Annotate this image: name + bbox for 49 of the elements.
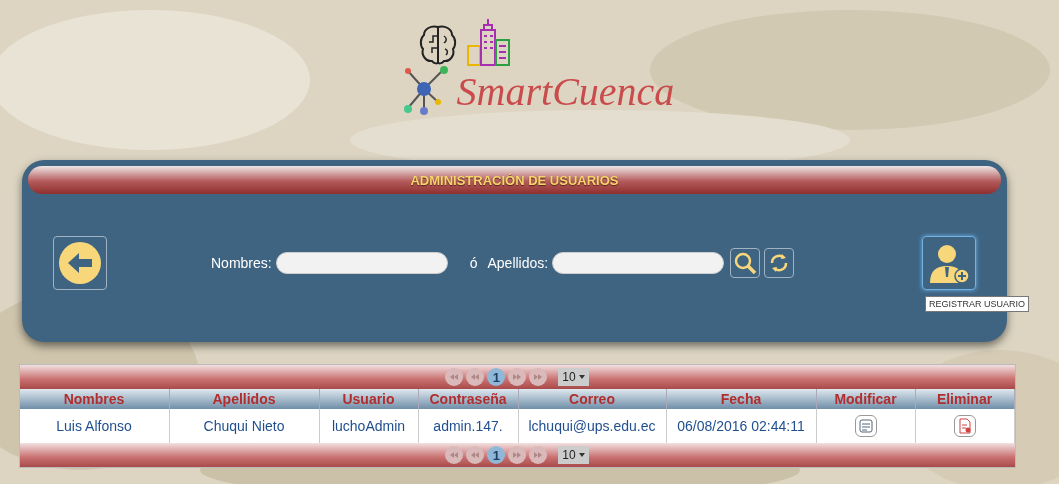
input-field[interactable] [275,252,448,274]
search-button[interactable] [730,248,761,278]
column-header: Apellidos [169,389,320,409]
field-label: Nombres: [211,255,272,271]
next-page-icon [513,452,522,458]
edit-button[interactable] [854,415,877,437]
previous-page-button[interactable] [466,368,485,386]
brain-icon [418,24,457,66]
previous-page-icon [471,374,480,380]
buildings-icon [466,18,511,66]
column-header: Usuario [319,389,419,409]
refresh-button[interactable] [764,248,795,278]
tooltip: REGISTRAR USUARIO [925,296,1029,312]
column-header: Correo [518,389,667,409]
brand-title: SmartCuenca [456,67,675,115]
back-button[interactable] [53,236,107,290]
page-size-dropdown[interactable]: 10 [558,368,589,386]
next-page-button[interactable] [508,446,527,464]
next-page-icon [513,374,522,380]
page-button[interactable]: 1 [487,368,506,386]
last-page-icon [534,374,543,380]
document-edit-icon [858,419,873,433]
column-header: Modificar [816,389,916,409]
search-icon [733,251,758,275]
first-page-icon [450,452,459,458]
delete-button[interactable] [953,415,976,437]
panel-title: ADMINISTRACIÓN DE USUARIOS [410,172,619,188]
register-user-button[interactable] [922,236,976,290]
caret-icon [578,375,585,379]
page-size-dropdown[interactable]: 10 [558,446,589,464]
separator-text: ó [469,255,478,271]
previous-page-icon [471,452,480,458]
column-header: Fecha [666,389,817,409]
previous-page-button[interactable] [466,446,485,464]
column-header: Eliminar [915,389,1015,409]
next-page-button[interactable] [508,368,527,386]
document-remove-icon [957,418,972,434]
caret-icon [578,453,585,457]
last-page-icon [534,452,543,458]
column-header: Contraseña [418,389,519,409]
first-page-button[interactable] [445,368,464,386]
last-page-button[interactable] [529,446,548,464]
first-page-icon [450,374,459,380]
field-label: Apellidos: [487,255,549,271]
page-button[interactable]: 1 [487,446,506,464]
input-field[interactable] [552,252,725,274]
column-header: Nombres [19,389,170,409]
last-page-button[interactable] [529,368,548,386]
first-page-button[interactable] [445,446,464,464]
